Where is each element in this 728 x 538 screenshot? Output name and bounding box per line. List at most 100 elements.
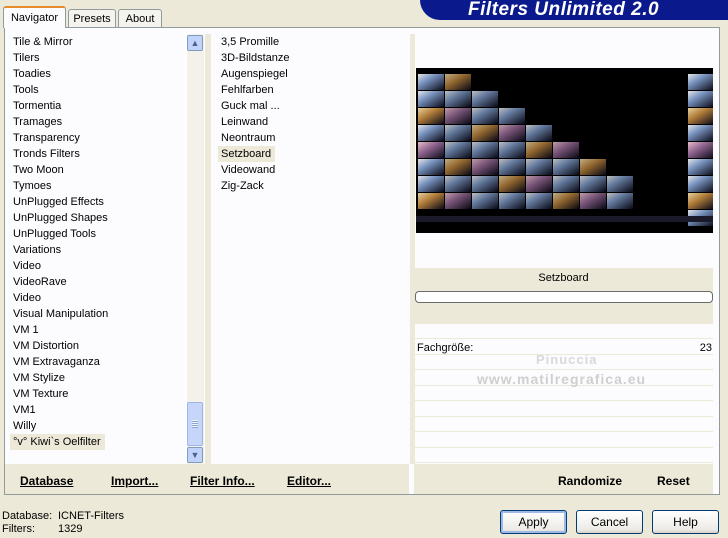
list-item[interactable]: Transparency (10, 130, 186, 146)
list-item[interactable]: Neontraum (218, 130, 404, 146)
preview-tile (418, 125, 444, 141)
list-item[interactable]: Two Moon (10, 162, 186, 178)
list-item[interactable]: UnPlugged Tools (10, 226, 186, 242)
list-item[interactable]: 3D-Bildstanze (218, 50, 404, 66)
list-item[interactable]: Setzboard (218, 146, 276, 162)
status-database-label: Database: (2, 510, 53, 522)
preview-tile (580, 193, 606, 209)
list-item[interactable]: Augenspiegel (218, 66, 404, 82)
list-item[interactable]: UnPlugged Effects (10, 194, 186, 210)
preview-tile (445, 74, 471, 90)
tab-presets-label: Presets (73, 12, 111, 25)
apply-button[interactable]: Apply (500, 510, 567, 534)
parameter-row (414, 433, 713, 448)
preview-tile (688, 142, 713, 158)
database-link[interactable]: Database (20, 474, 73, 488)
preview-tile (418, 108, 444, 124)
reset-link[interactable]: Reset (657, 474, 690, 488)
tab-presets[interactable]: Presets (68, 9, 116, 27)
list-item[interactable]: VM Stylize (10, 370, 186, 386)
category-list[interactable]: Tile & Mirror Tilers Toadies Tools Tormentia… (10, 34, 186, 450)
preview-tile (688, 108, 713, 124)
randomize-link[interactable]: Randomize (558, 474, 622, 488)
navigator-link-bar: Database Import... Filter Info... Editor… (5, 464, 409, 494)
category-scrollbar[interactable]: ▲ ▼ (186, 34, 204, 464)
preview-tile (445, 159, 471, 175)
filter-info-link[interactable]: Filter Info... (190, 474, 255, 488)
preview-tile (526, 176, 552, 192)
preview-tile (472, 159, 498, 175)
panel-divider (205, 34, 211, 464)
list-item[interactable]: Visual Manipulation (10, 306, 186, 322)
preview-tile (472, 142, 498, 158)
preview-tile (580, 159, 606, 175)
list-item[interactable]: Tormentia (10, 98, 186, 114)
list-item[interactable]: Tymoes (10, 178, 186, 194)
status-database-value: ICNET-Filters (58, 510, 124, 522)
cancel-button[interactable]: Cancel (576, 510, 643, 534)
parameter-value[interactable]: 23 (680, 342, 712, 354)
preview-tile (499, 125, 525, 141)
list-item[interactable]: VM Distortion (10, 338, 186, 354)
list-item[interactable]: Fehlfarben (218, 82, 404, 98)
list-item[interactable]: 3,5 Promille (218, 34, 404, 50)
list-item[interactable]: UnPlugged Shapes (10, 210, 186, 226)
list-item[interactable]: Videowand (218, 162, 404, 178)
status-filters-value: 1329 (58, 523, 83, 535)
list-item[interactable]: VM1 (10, 402, 186, 418)
editor-link[interactable]: Editor... (287, 474, 331, 488)
watermark-line1: Pinuccia (536, 352, 598, 367)
list-item[interactable]: °v° Kiwi`s Oelfilter (10, 434, 105, 450)
list-item[interactable]: Tools (10, 82, 186, 98)
preview-tile (418, 176, 444, 192)
list-item[interactable]: Guck mal ... (218, 98, 404, 114)
preview-image (416, 68, 713, 233)
list-item[interactable]: Tramages (10, 114, 186, 130)
parameter-row (414, 386, 713, 401)
scroll-down-button[interactable]: ▼ (187, 447, 203, 463)
list-item[interactable]: Video (10, 258, 186, 274)
preview-tile (526, 125, 552, 141)
tab-about[interactable]: About (118, 9, 162, 27)
preview-bottom-strip (416, 216, 713, 222)
preview-tile (472, 176, 498, 192)
help-button[interactable]: Help (652, 510, 719, 534)
scroll-thumb[interactable] (187, 402, 203, 446)
cancel-button-label: Cancel (590, 515, 629, 529)
preview-tile (553, 159, 579, 175)
preview-tile (499, 193, 525, 209)
preview-tile (445, 193, 471, 209)
filter-list[interactable]: 3,5 Promille 3D-Bildstanze Augenspiegel Feh… (218, 34, 404, 194)
preview-tile (418, 74, 444, 90)
preview-tile (688, 125, 713, 141)
import-link[interactable]: Import... (111, 474, 158, 488)
list-item[interactable]: Tile & Mirror (10, 34, 186, 50)
preview-tile (499, 159, 525, 175)
scroll-up-button[interactable]: ▲ (187, 35, 203, 51)
help-button-label: Help (673, 515, 698, 529)
tab-about-label: About (125, 12, 155, 25)
list-item[interactable]: VideoRave (10, 274, 186, 290)
preview-filter-name: Setzboard (538, 272, 589, 284)
tab-navigator-label: Navigator (10, 12, 59, 24)
list-item[interactable]: Willy (10, 418, 186, 434)
preview-svg (416, 74, 713, 226)
list-item[interactable]: Tilers (10, 50, 186, 66)
parameter-row (414, 448, 713, 463)
list-item[interactable]: Variations (10, 242, 186, 258)
list-item[interactable]: Leinwand (218, 114, 404, 130)
list-item[interactable]: VM 1 (10, 322, 186, 338)
tab-navigator[interactable]: Navigator (3, 6, 66, 28)
list-item[interactable]: VM Texture (10, 386, 186, 402)
list-item[interactable]: Tronds Filters (10, 146, 186, 162)
list-item[interactable]: Toadies (10, 66, 186, 82)
list-item[interactable]: Video (10, 290, 186, 306)
preview-tile (553, 193, 579, 209)
preview-tile (607, 176, 633, 192)
progress-area (414, 288, 713, 324)
app-title: Filters Unlimited 2.0 (468, 0, 660, 20)
list-item[interactable]: Zig-Zack (218, 178, 404, 194)
list-item[interactable]: VM Extravaganza (10, 354, 186, 370)
watermark-line2: www.matilregrafica.eu (477, 371, 647, 387)
preview-tile (688, 74, 713, 90)
